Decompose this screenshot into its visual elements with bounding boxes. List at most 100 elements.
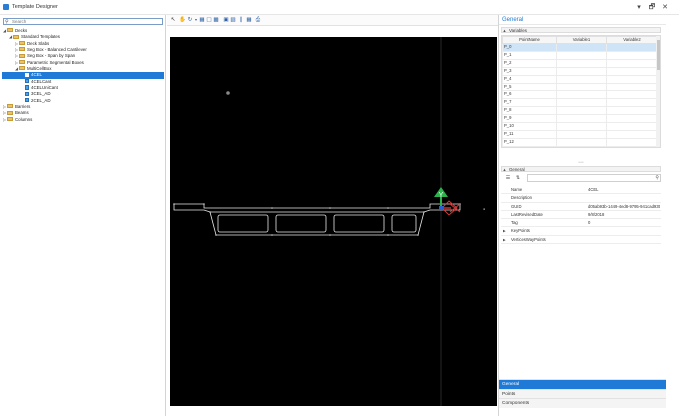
section-icon[interactable]: ▧ [230, 17, 236, 23]
property-row[interactable]: Tag 0 [501, 219, 661, 228]
variable-cell[interactable] [556, 43, 607, 52]
variable-cell[interactable] [556, 66, 607, 76]
variable-cell[interactable] [606, 58, 658, 68]
point-name-cell[interactable]: P_4 [502, 74, 557, 84]
point-name-cell[interactable]: P_10 [502, 122, 557, 131]
variables-group-header[interactable]: ▲ Variables [501, 27, 661, 33]
point-name-cell[interactable]: P_1 [502, 50, 557, 60]
snap-icon[interactable]: ▦ [246, 17, 252, 23]
panel-splitter[interactable]: ••••• [501, 161, 661, 164]
point-name-cell[interactable]: P_6 [502, 90, 557, 100]
variable-cell[interactable] [556, 145, 607, 147]
variable-cell[interactable] [606, 74, 658, 84]
col-pointname[interactable]: PointName [502, 36, 557, 44]
property-row[interactable]: Name 4CEL [501, 186, 661, 195]
variable-cell[interactable] [606, 122, 658, 131]
grid-icon[interactable]: ▩ [213, 17, 219, 23]
point-name-cell[interactable]: P_3 [502, 66, 557, 76]
variable-cell[interactable] [556, 74, 607, 84]
variable-cell[interactable] [556, 106, 607, 116]
tab-components[interactable]: Components [499, 398, 666, 408]
variable-row[interactable]: P_9 [502, 114, 658, 124]
pan-icon[interactable]: ✋ [179, 17, 186, 23]
restore-icon[interactable]: 🗗 [647, 3, 657, 12]
variable-cell[interactable] [556, 58, 607, 68]
variable-cell[interactable] [606, 50, 658, 60]
variable-cell[interactable] [556, 90, 607, 100]
variable-cell[interactable] [556, 82, 607, 92]
categorized-icon[interactable]: ☰ [505, 175, 511, 181]
property-value[interactable]: 9/8/2018 [588, 211, 660, 219]
property-row[interactable]: ▶ VerticesWayPoints [501, 236, 661, 245]
variable-row[interactable]: P_11 [502, 129, 658, 139]
fit-icon[interactable]: ▣ [223, 17, 229, 23]
point-name-cell[interactable]: P_11 [502, 129, 557, 139]
minimize-icon[interactable]: ▾ [634, 3, 644, 12]
variable-cell[interactable] [556, 129, 607, 139]
property-value[interactable]: 4CEL [588, 186, 660, 194]
variable-row[interactable]: P_7 [502, 98, 658, 108]
variable-row[interactable]: P_5 [502, 82, 658, 92]
point-name-cell[interactable]: P_13 [502, 145, 557, 147]
expand-icon[interactable]: ▶ [503, 227, 506, 235]
variable-cell[interactable] [606, 66, 658, 76]
variable-cell[interactable] [556, 114, 607, 124]
variable-cell[interactable] [606, 90, 658, 100]
variable-row[interactable]: P_4 [502, 74, 658, 84]
variable-row[interactable]: P_8 [502, 106, 658, 116]
tree-search-box[interactable]: ⚲ [3, 18, 163, 25]
variable-cell[interactable] [606, 114, 658, 124]
point-name-cell[interactable]: P_5 [502, 82, 557, 92]
point-name-cell[interactable]: P_9 [502, 114, 557, 124]
point-name-cell[interactable]: P_0 [502, 43, 557, 52]
variable-cell[interactable] [606, 129, 658, 139]
variable-cell[interactable] [556, 122, 607, 131]
variable-row[interactable]: P_3 [502, 66, 658, 76]
tab-points[interactable]: Points [499, 388, 666, 398]
zoom-extents-icon[interactable]: ▦ [199, 17, 205, 23]
variable-row[interactable]: P_10 [502, 122, 658, 131]
point-name-cell[interactable]: P_7 [502, 98, 557, 108]
property-row[interactable]: LastRevisedDate 9/8/2018 [501, 211, 661, 220]
col-variable1[interactable]: Variable1 [556, 36, 607, 44]
variable-cell[interactable] [556, 50, 607, 60]
variable-cell[interactable] [556, 137, 607, 147]
pointer-icon[interactable]: ↖ [170, 17, 176, 23]
scroll-thumb[interactable] [656, 40, 660, 70]
collapse-icon[interactable]: ▲ [502, 28, 507, 33]
variable-row[interactable]: P_2 [502, 58, 658, 68]
expand-icon[interactable]: ▶ [503, 236, 506, 244]
variable-cell[interactable] [606, 43, 658, 52]
variable-cell[interactable] [606, 98, 658, 108]
variable-cell[interactable] [606, 145, 658, 147]
variable-row[interactable]: P_12 [502, 137, 658, 147]
point-name-cell[interactable]: P_8 [502, 106, 557, 116]
col-variable2[interactable]: Variable2 [606, 36, 658, 44]
variable-cell[interactable] [606, 137, 658, 147]
zoom-window-icon[interactable]: □ [206, 17, 212, 23]
property-row[interactable]: Description [501, 194, 661, 203]
print-icon[interactable]: ⎙ [255, 17, 261, 23]
tab-general[interactable]: General [499, 379, 666, 389]
dimension-icon[interactable]: ∥ [238, 17, 244, 23]
general-group-header[interactable]: ▲ General [501, 166, 661, 172]
variable-row[interactable]: P_1 [502, 50, 658, 60]
property-value[interactable]: d05ab93b-1449-4ed8-9795-941cad93580 [588, 203, 660, 211]
variable-row[interactable]: P_0 [502, 43, 658, 52]
collapse-icon[interactable]: ▲ [502, 167, 507, 172]
drawing-canvas[interactable]: Y ● [170, 37, 497, 406]
point-name-cell[interactable]: P_2 [502, 58, 557, 68]
property-search-box[interactable]: ⚲ [527, 174, 661, 182]
variable-cell[interactable] [606, 82, 658, 92]
property-row[interactable]: ▶ KeyPoints [501, 227, 661, 236]
sort-az-icon[interactable]: ⇅ [515, 175, 521, 181]
variables-scrollbar[interactable] [656, 36, 660, 147]
close-icon[interactable]: ✕ [660, 3, 670, 12]
variable-row[interactable]: P_13 [502, 145, 658, 147]
variable-cell[interactable] [556, 98, 607, 108]
tree-folder[interactable]: ▷ Columns [2, 117, 164, 123]
search-input[interactable] [12, 19, 162, 24]
point-name-cell[interactable]: P_12 [502, 137, 557, 147]
property-row[interactable]: GUID d05ab93b-1449-4ed8-9795-941cad93580 [501, 203, 661, 211]
variable-row[interactable]: P_6 [502, 90, 658, 100]
